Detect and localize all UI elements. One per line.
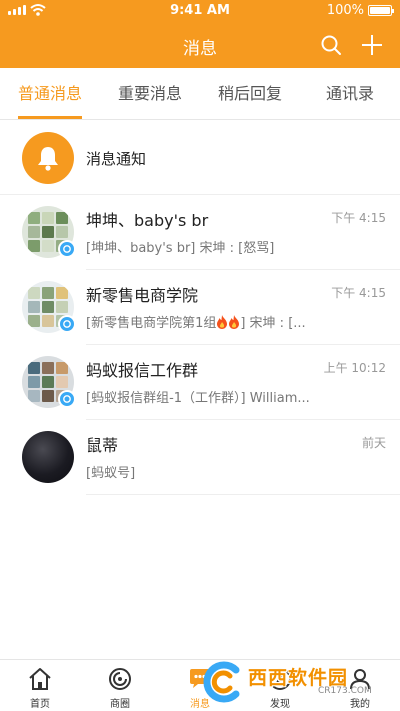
nav-home-label: 首页	[30, 699, 50, 710]
conversation-preview: [坤坤、baby's br] 宋坤 : [怒骂]	[86, 241, 275, 256]
nav-business-circle-label: 商圈	[110, 699, 130, 710]
app-header: 9:41 AM 100% 消息	[0, 0, 400, 68]
battery-icon	[368, 5, 394, 16]
nav-home[interactable]: 首页	[0, 660, 80, 711]
add-icon[interactable]	[360, 33, 384, 57]
tab-contacts[interactable]: 通讯录	[300, 68, 400, 119]
tab-reply-later[interactable]: 稍后回复	[200, 68, 300, 119]
preview-text-start: [新零售电商学院第1组	[86, 316, 217, 331]
user-avatar	[22, 431, 74, 483]
conversation-preview: [蚂蚁报信群组-1（工作群）] William...	[86, 391, 310, 406]
conversation-item[interactable]: 坤坤、baby's br 下午 4:15 [坤坤、baby's br] 宋坤 :…	[0, 195, 400, 270]
conversation-item[interactable]: 新零售电商学院 下午 4:15 [新零售电商学院第1组 ] 宋坤 : [...	[0, 270, 400, 345]
tab-normal-messages[interactable]: 普通消息	[0, 68, 100, 119]
battery-percent: 100%	[326, 3, 364, 18]
watermark-subtext: CR173.COM	[318, 686, 372, 696]
nav-business-circle[interactable]: 商圈	[80, 660, 160, 711]
tab-important-messages[interactable]: 重要消息	[100, 68, 200, 119]
conversation-time: 前天	[361, 436, 386, 450]
conversation-time: 下午 4:15	[331, 286, 386, 300]
conversation-item[interactable]: 鼠蒂 前天 [蚂蚁号]	[0, 420, 400, 495]
status-bar: 9:41 AM 100%	[0, 0, 400, 22]
home-icon	[29, 668, 51, 690]
watermark: 西西软件园 CR173.COM	[200, 660, 380, 704]
watermark-logo-icon	[203, 661, 240, 703]
preview-text-end: ] 宋坤 : [...	[240, 316, 306, 331]
search-icon[interactable]	[320, 34, 342, 56]
conversation-name: 蚂蚁报信工作群	[86, 361, 199, 380]
conversation-name: 新零售电商学院	[86, 286, 199, 305]
conversation-time: 上午 10:12	[323, 361, 386, 375]
conversation-time: 下午 4:15	[331, 211, 386, 225]
circle-icon	[109, 668, 131, 690]
group-badge-icon	[58, 315, 76, 333]
group-badge-icon	[58, 390, 76, 408]
conversation-item[interactable]: 蚂蚁报信工作群 上午 10:12 [蚂蚁报信群组-1（工作群）] William…	[0, 345, 400, 420]
conversation-list: 消息通知 坤坤、baby's br 下午 4:15 [坤坤、baby's br]…	[0, 121, 400, 495]
group-badge-icon	[58, 240, 76, 258]
conversation-name: 坤坤、baby's br	[86, 211, 209, 230]
conversation-preview: [蚂蚁号]	[86, 466, 136, 481]
bell-icon	[22, 132, 74, 184]
fire-icon	[217, 315, 228, 329]
fire-icon	[229, 315, 240, 329]
conversation-name: 鼠蒂	[86, 436, 119, 455]
notification-label: 消息通知	[86, 150, 147, 168]
conversation-preview: [新零售电商学院第1组 ] 宋坤 : [...	[86, 312, 376, 331]
message-tabs: 普通消息 重要消息 稍后回复 通讯录	[0, 68, 400, 120]
notification-item[interactable]: 消息通知	[0, 121, 400, 195]
